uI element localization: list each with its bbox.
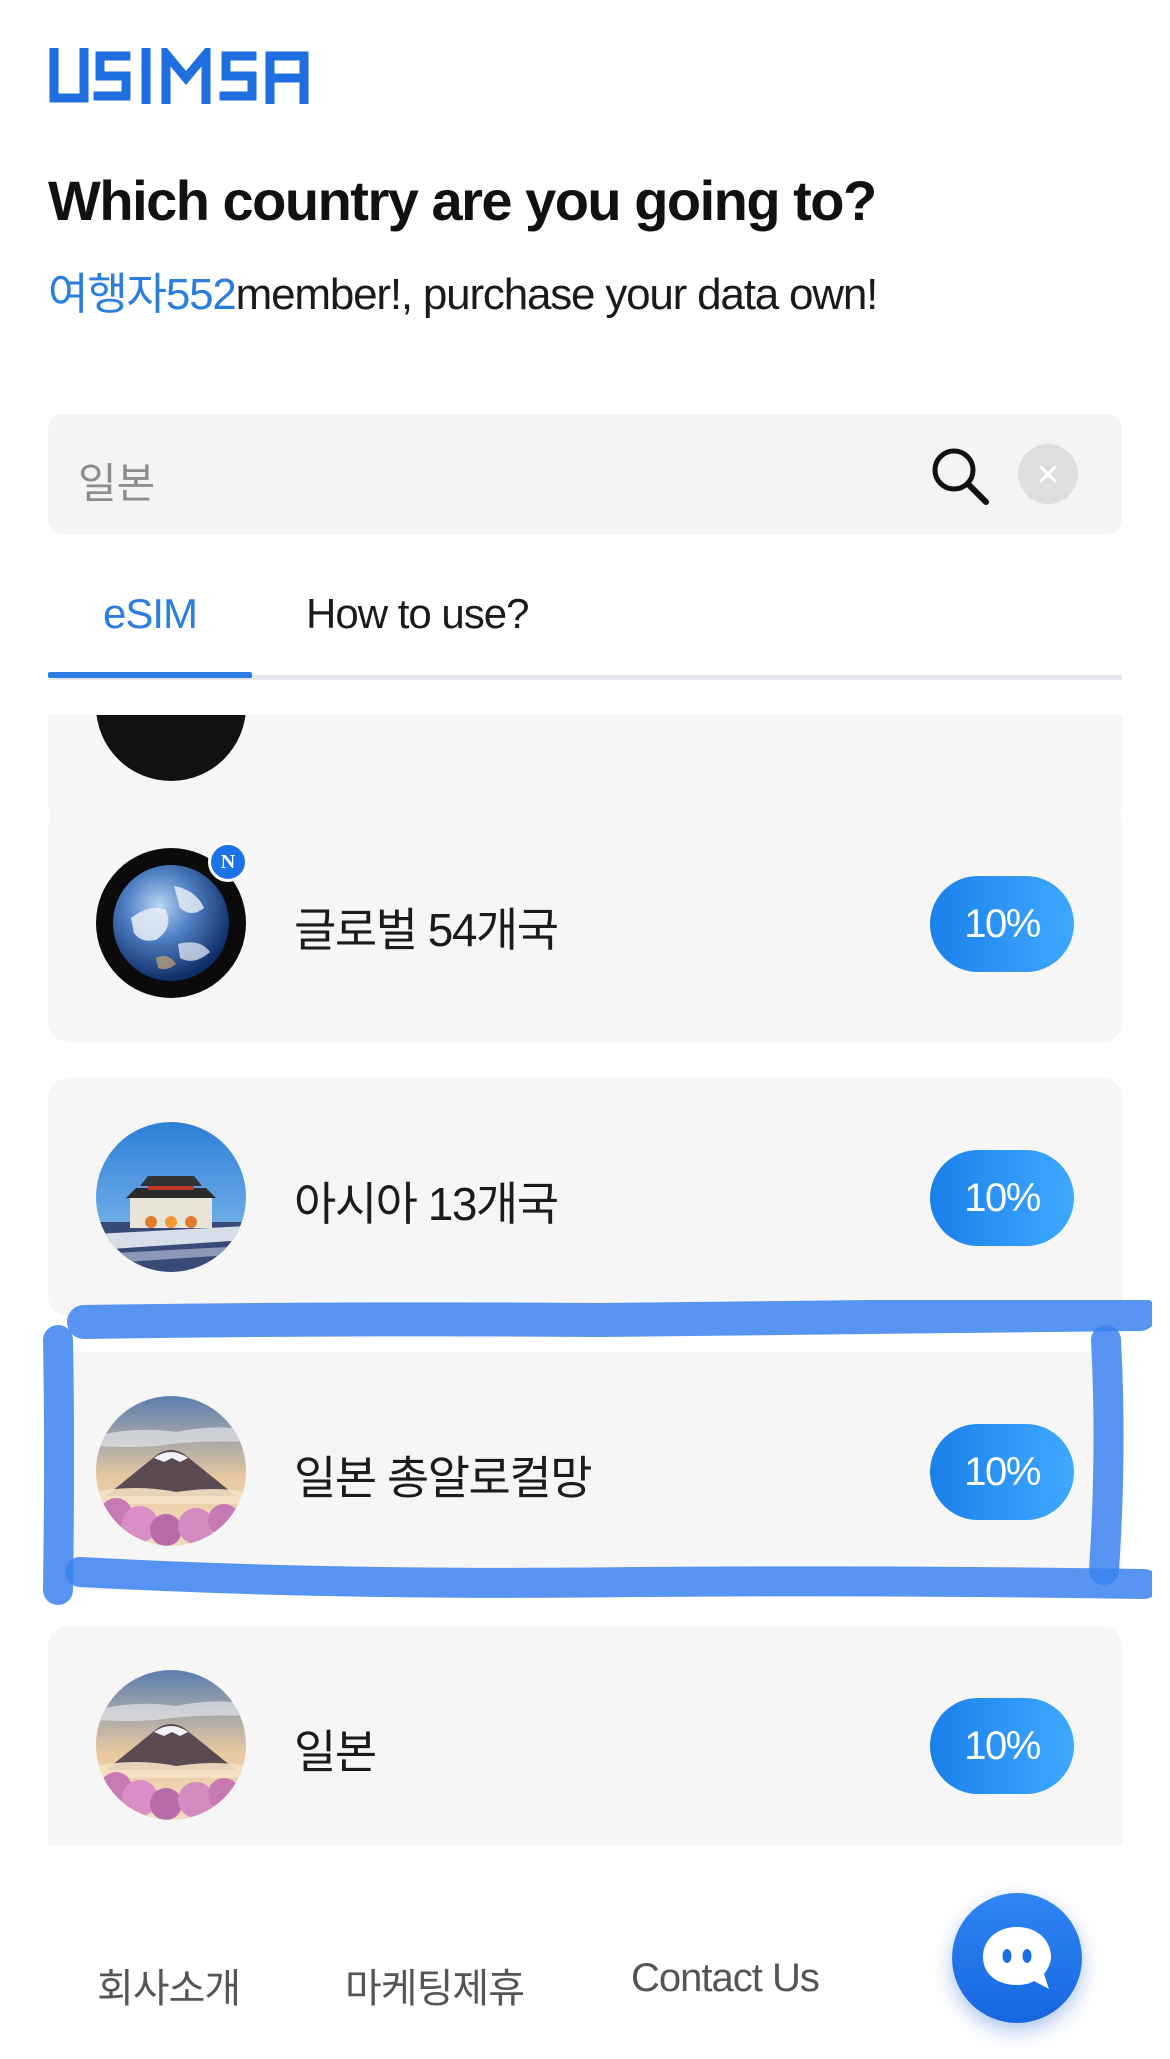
close-icon: [1039, 465, 1057, 483]
user-nickname: 여행자552: [48, 270, 237, 319]
product-name: 일본 총알로컬망: [294, 1452, 593, 1504]
gyeongbokgung-palace-image: [96, 1122, 246, 1272]
list-item[interactable]: 아시아 13개국 10%: [48, 1078, 1122, 1316]
clear-search-button[interactable]: [1018, 444, 1078, 504]
search-input[interactable]: 일본: [78, 450, 155, 511]
welcome-text: member!, purchase your data own!: [235, 270, 879, 319]
footer-link-contact[interactable]: Contact Us: [631, 1956, 820, 2001]
footer-link-company[interactable]: 회사소개: [97, 1956, 241, 2014]
product-name: 아시아 13개국: [294, 1178, 559, 1230]
product-name: 일본: [294, 1726, 377, 1778]
chat-button[interactable]: [952, 1893, 1082, 2023]
discount-badge: 10%: [930, 1150, 1074, 1246]
list-item[interactable]: 일본 총알로컬망 10%: [48, 1352, 1122, 1590]
product-name: 글로벌 54개국: [294, 904, 559, 956]
list-item[interactable]: N 글로벌 54개국 10%: [48, 804, 1122, 1042]
discount-badge: 10%: [930, 1424, 1074, 1520]
welcome-message: 여행자552member!, purchase your data own!: [48, 258, 879, 322]
list-item[interactable]: 일본 10%: [48, 1626, 1122, 1845]
search-icon[interactable]: [928, 444, 992, 508]
chat-bubble-icon: [983, 1927, 1051, 1989]
footer-link-marketing[interactable]: 마케팅제휴: [345, 1956, 525, 2014]
product-list[interactable]: N 글로벌 54개국 10% 아시아 13개국 10% 일본 총알로컬망 10%…: [0, 715, 1170, 1845]
tab-esim[interactable]: eSIM: [103, 590, 198, 638]
tab-how-to-use[interactable]: How to use?: [306, 590, 529, 638]
mount-fuji-image: [96, 1396, 246, 1546]
tab-bar: eSIM How to use?: [48, 570, 1122, 680]
active-tab-indicator: [48, 672, 252, 678]
discount-badge: 10%: [930, 876, 1074, 972]
product-image: [96, 715, 246, 781]
search-bar[interactable]: 일본: [48, 414, 1122, 534]
usimsa-logo[interactable]: [48, 48, 333, 104]
page-title: Which country are you going to?: [48, 169, 877, 232]
new-badge: N: [208, 842, 248, 882]
discount-badge: 10%: [930, 1698, 1074, 1794]
mount-fuji-image: [96, 1670, 246, 1820]
